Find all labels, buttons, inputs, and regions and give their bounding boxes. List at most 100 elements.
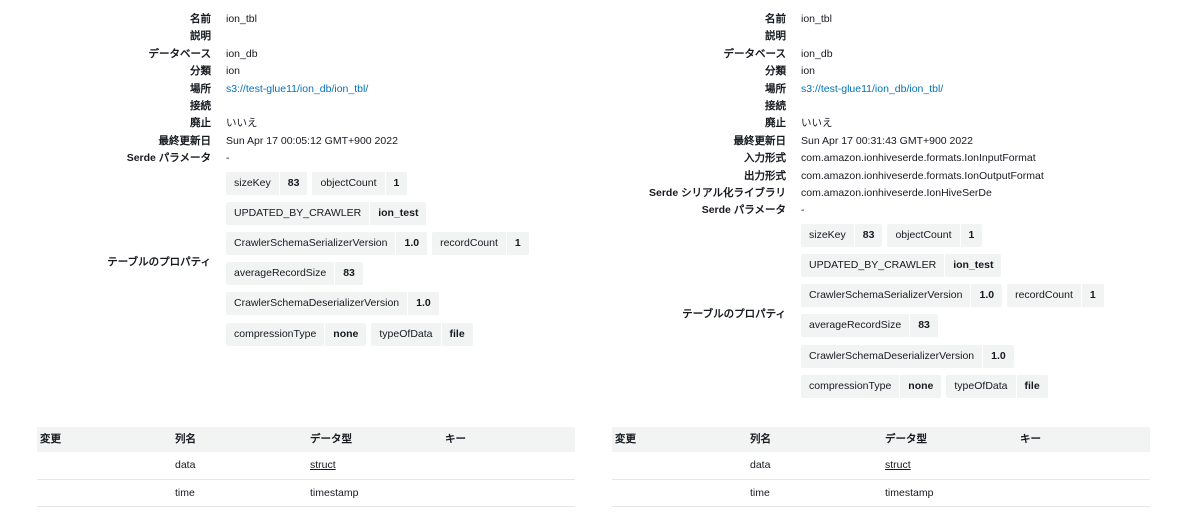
property-tag-key: UPDATED_BY_CRAWLER	[234, 206, 362, 219]
table-row: data struct	[612, 452, 1150, 480]
prop-row-connection: 接続	[30, 98, 575, 115]
columns-table: 変更 列名 データ型 キー data struct time timestamp	[37, 427, 575, 507]
property-tag-crawlerschemaserializerversion: CrawlerSchemaSerializerVersion 1.0	[801, 284, 1003, 308]
property-tag-key: typeOfData	[379, 327, 433, 340]
data-type-link[interactable]: struct	[885, 459, 911, 471]
prop-value-last-updated: Sun Apr 17 00:31:43 GMT+900 2022	[801, 134, 973, 147]
table-details-panel-left: 名前 ion_tbl 説明データベース ion_db 分類 ion 場所 s3://test-…	[30, 0, 575, 522]
prop-value-name: ion_tbl	[226, 13, 257, 25]
prop-value-serde-parameters: -	[226, 152, 230, 165]
property-tag-value: 1	[505, 232, 529, 256]
columns-table: 変更 列名 データ型 キー data struct time timestamp	[612, 427, 1150, 507]
data-type-link[interactable]: struct	[310, 459, 336, 471]
prop-value-classification: ion	[226, 65, 241, 78]
cell-change	[37, 452, 172, 479]
prop-value-location[interactable]: s3://test-glue11/ion_db/ion_tbl/	[226, 81, 575, 98]
table-row: time timestamp	[612, 480, 1150, 507]
property-tag-value: 83	[853, 223, 883, 247]
prop-row-connection: 接続	[605, 98, 1150, 115]
prop-row-deprecated: 廃止 いいえ	[30, 115, 575, 132]
prop-label-description: 説明	[765, 30, 786, 43]
data-type-text: timestamp	[310, 486, 359, 499]
tag-line: CrawlerSchemaSerializerVersion 1.0 recordC…	[226, 232, 534, 256]
prop-row-output-format: 出力形式 com.amazon.ionhiveserde.formats.IonO…	[605, 168, 1150, 185]
header-data-type: データ型	[310, 433, 352, 445]
cell-change	[37, 480, 172, 507]
table-properties-label: テーブルのプロパティ	[107, 255, 211, 268]
table-properties-list: 名前 ion_tbl 説明データベース ion_db 分類 ion 場所 s3://test-…	[30, 11, 575, 353]
prop-value-deprecated: いいえ	[226, 117, 258, 130]
property-tag-key: objectCount	[895, 228, 952, 241]
prop-label-description: 説明	[190, 30, 211, 43]
property-tag-key: averageRecordSize	[809, 319, 902, 332]
prop-label-name: 名前	[190, 13, 211, 25]
table-properties-label: テーブルのプロパティ	[682, 307, 786, 320]
prop-label-output-format: 出力形式	[744, 169, 786, 182]
property-tag-sizekey: sizeKey 83	[801, 223, 883, 247]
property-tag-objectcount: objectCount 1	[312, 171, 408, 195]
cell-change	[612, 452, 747, 479]
table-properties-tags: sizeKey 83 objectCount 1 UPDATED_BY_CRAWLER i…	[801, 223, 1109, 405]
header-change: 変更	[615, 433, 636, 445]
property-tag-recordcount: recordCount 1	[1007, 284, 1104, 308]
prop-row-last-updated: 最終更新日 Sun Apr 17 00:05:12 GMT+900 2022	[30, 133, 575, 150]
property-tag-key: CrawlerSchemaSerializerVersion	[234, 237, 388, 250]
tag-line: compressionType none typeOfData file	[801, 374, 1109, 398]
property-tag-value: 1	[959, 223, 983, 247]
prop-row-description: 説明	[30, 28, 575, 45]
prop-label-serde-serialization-library: Serde シリアル化ライブラリ	[649, 187, 786, 200]
property-tag-recordcount: recordCount 1	[432, 232, 529, 256]
prop-label-last-updated: 最終更新日	[733, 134, 787, 147]
table-row: data struct	[37, 452, 575, 480]
table-properties-row: テーブルのプロパティ sizeKey 83 objectCount 1 UPDATED_B…	[605, 223, 1150, 405]
cell-key	[442, 452, 575, 479]
prop-row-location: 場所 s3://test-glue11/ion_db/ion_tbl/	[605, 81, 1150, 98]
prop-label-deprecated: 廃止	[190, 117, 211, 130]
prop-row-name: 名前 ion_tbl	[605, 11, 1150, 28]
prop-value-last-updated: Sun Apr 17 00:05:12 GMT+900 2022	[226, 134, 398, 147]
property-tag-key: objectCount	[320, 176, 377, 189]
property-tag-value: none	[324, 322, 366, 346]
prop-row-database: データベース ion_db	[30, 46, 575, 63]
prop-value-name: ion_tbl	[801, 13, 832, 25]
prop-label-location: 場所	[190, 82, 211, 95]
property-tag-value: file	[1015, 374, 1048, 398]
property-tag-value: 1.0	[982, 344, 1014, 368]
prop-row-database: データベース ion_db	[605, 46, 1150, 63]
property-tag-key: CrawlerSchemaDeserializerVersion	[234, 297, 400, 310]
prop-label-classification: 分類	[190, 65, 211, 78]
prop-value-deprecated: いいえ	[801, 117, 833, 130]
cell-column-name: time	[175, 486, 195, 499]
prop-row-serde-parameters: Serde パラメータ -	[30, 150, 575, 167]
table-properties-row: テーブルのプロパティ sizeKey 83 objectCount 1 UPDATED_B…	[30, 171, 575, 353]
cell-change	[612, 480, 747, 507]
cell-key	[1017, 452, 1150, 479]
prop-value-database: ion_db	[226, 47, 258, 60]
property-tag-key: typeOfData	[954, 379, 1008, 392]
property-tag-key: recordCount	[1015, 289, 1073, 302]
cell-column-name: data	[175, 459, 196, 471]
property-tag-key: UPDATED_BY_CRAWLER	[809, 259, 937, 272]
property-tag-sizekey: sizeKey 83	[226, 171, 308, 195]
cell-key	[442, 480, 575, 507]
property-tag-updated-by-crawler: UPDATED_BY_CRAWLER ion_test	[801, 254, 1002, 278]
prop-label-name: 名前	[765, 13, 786, 25]
prop-row-classification: 分類 ion	[30, 63, 575, 80]
prop-label-connection: 接続	[765, 100, 786, 113]
property-tag-updated-by-crawler: UPDATED_BY_CRAWLER ion_test	[226, 201, 427, 225]
property-tag-crawlerschemaserializerversion: CrawlerSchemaSerializerVersion 1.0	[226, 232, 428, 256]
header-data-type: データ型	[885, 433, 927, 445]
property-tag-averagerecordsize: averageRecordSize 83	[226, 262, 363, 286]
property-tag-compressiontype: compressionType none	[226, 322, 367, 346]
property-tag-typeofdata: typeOfData file	[946, 374, 1048, 398]
prop-label-serde-parameters: Serde パラメータ	[701, 204, 786, 217]
prop-row-name: 名前 ion_tbl	[30, 11, 575, 28]
tag-line: UPDATED_BY_CRAWLER ion_test	[226, 201, 534, 225]
property-tag-compressiontype: compressionType none	[801, 374, 942, 398]
prop-row-classification: 分類 ion	[605, 63, 1150, 80]
table-details-panel-right: 名前 ion_tbl 説明データベース ion_db 分類 ion 場所 s3://test-…	[605, 0, 1150, 522]
tag-line: CrawlerSchemaDeserializerVersion 1.0	[801, 344, 1109, 368]
tag-line: sizeKey 83 objectCount 1	[226, 171, 534, 195]
prop-value-location[interactable]: s3://test-glue11/ion_db/ion_tbl/	[801, 81, 1150, 98]
property-tag-value: ion_test	[944, 254, 1001, 278]
